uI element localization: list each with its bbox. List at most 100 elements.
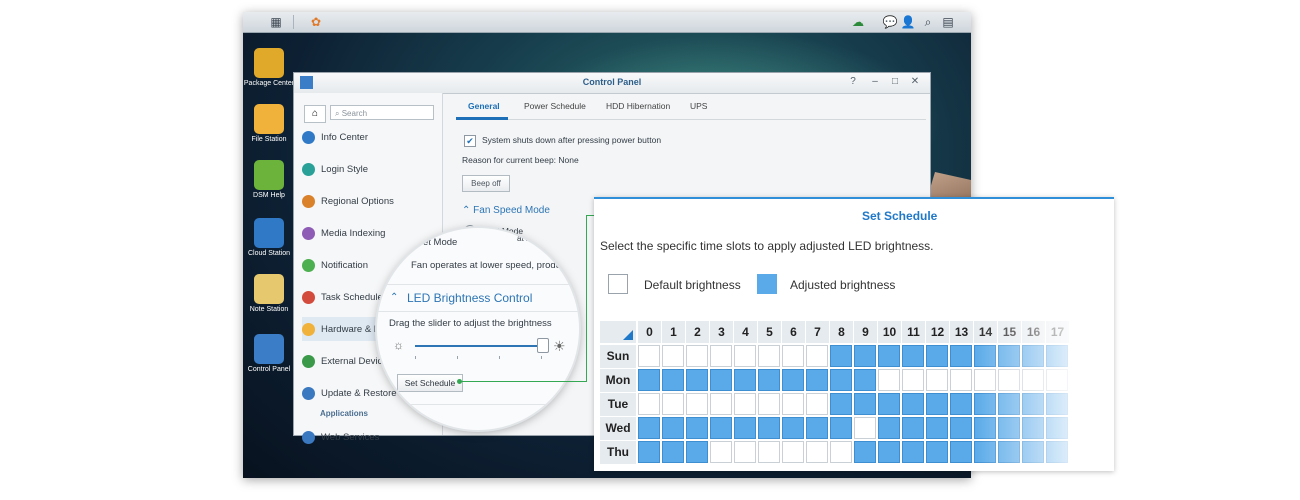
time-slot-cell[interactable] (782, 417, 804, 439)
time-slot-cell[interactable] (902, 393, 924, 415)
time-slot-cell[interactable] (638, 441, 660, 463)
main-menu-icon[interactable]: ▦ (267, 14, 285, 30)
time-slot-cell[interactable] (638, 369, 660, 391)
time-slot-cell[interactable] (926, 393, 948, 415)
tab-general[interactable]: General (468, 101, 500, 111)
day-header[interactable]: Tue (600, 393, 636, 416)
time-slot-cell[interactable] (806, 345, 828, 367)
time-slot-cell[interactable] (1046, 417, 1068, 439)
hour-header[interactable]: 13 (950, 321, 973, 343)
time-slot-cell[interactable] (830, 369, 852, 391)
time-slot-cell[interactable] (926, 369, 948, 391)
time-slot-cell[interactable] (974, 345, 996, 367)
brightness-slider-track[interactable] (415, 345, 542, 347)
minimize-icon[interactable]: – (868, 76, 882, 87)
hour-header[interactable]: 9 (854, 321, 877, 343)
time-slot-cell[interactable] (902, 417, 924, 439)
time-slot-cell[interactable] (710, 393, 732, 415)
desktop-icon[interactable]: Control Panel (243, 334, 295, 374)
time-slot-cell[interactable] (926, 441, 948, 463)
time-slot-cell[interactable] (710, 441, 732, 463)
desktop-icon[interactable]: File Station (243, 104, 295, 144)
time-slot-cell[interactable] (662, 369, 684, 391)
time-slot-cell[interactable] (974, 369, 996, 391)
time-slot-cell[interactable] (1022, 393, 1044, 415)
time-slot-cell[interactable] (878, 345, 900, 367)
tab-power-schedule[interactable]: Power Schedule (524, 101, 586, 111)
time-slot-cell[interactable] (806, 369, 828, 391)
beep-off-button[interactable]: Beep off (462, 175, 510, 192)
time-slot-cell[interactable] (710, 369, 732, 391)
time-slot-cell[interactable] (638, 345, 660, 367)
hour-header[interactable]: 10 (878, 321, 901, 343)
time-slot-cell[interactable] (950, 369, 972, 391)
time-slot-cell[interactable] (806, 393, 828, 415)
time-slot-cell[interactable] (1046, 369, 1068, 391)
time-slot-cell[interactable] (950, 417, 972, 439)
time-slot-cell[interactable] (854, 417, 876, 439)
time-slot-cell[interactable] (758, 369, 780, 391)
time-slot-cell[interactable] (950, 393, 972, 415)
package-app-taskbar-icon[interactable]: ✿ (307, 14, 325, 30)
time-slot-cell[interactable] (878, 441, 900, 463)
time-slot-cell[interactable] (806, 441, 828, 463)
select-all-corner[interactable] (600, 321, 636, 343)
time-slot-cell[interactable] (950, 345, 972, 367)
time-slot-cell[interactable] (782, 393, 804, 415)
time-slot-cell[interactable] (1022, 345, 1044, 367)
time-slot-cell[interactable] (782, 345, 804, 367)
desktop-icon[interactable]: Cloud Station (243, 218, 295, 258)
hour-header[interactable]: 15 (998, 321, 1021, 343)
widgets-icon[interactable]: ▤ (939, 14, 957, 30)
hour-header[interactable]: 3 (710, 321, 733, 343)
time-slot-cell[interactable] (854, 369, 876, 391)
maximize-icon[interactable]: □ (888, 76, 902, 87)
time-slot-cell[interactable] (710, 345, 732, 367)
time-slot-cell[interactable] (1046, 441, 1068, 463)
time-slot-cell[interactable] (1046, 345, 1068, 367)
search-icon[interactable]: ⌕ (919, 14, 937, 30)
time-slot-cell[interactable] (782, 369, 804, 391)
day-header[interactable]: Mon (600, 369, 636, 392)
time-slot-cell[interactable] (734, 417, 756, 439)
time-slot-cell[interactable] (1022, 417, 1044, 439)
time-slot-cell[interactable] (1022, 441, 1044, 463)
window-titlebar[interactable]: Control Panel ? – □ ✕ (294, 73, 930, 94)
hour-header[interactable]: 8 (830, 321, 853, 343)
time-slot-cell[interactable] (734, 369, 756, 391)
time-slot-cell[interactable] (998, 441, 1020, 463)
time-slot-cell[interactable] (1046, 393, 1068, 415)
time-slot-cell[interactable] (878, 369, 900, 391)
hour-header[interactable]: 2 (686, 321, 709, 343)
time-slot-cell[interactable] (974, 417, 996, 439)
sidebar-item-web-services[interactable]: Web Services (302, 425, 442, 449)
time-slot-cell[interactable] (830, 441, 852, 463)
time-slot-cell[interactable] (734, 345, 756, 367)
day-header[interactable]: Wed (600, 417, 636, 440)
time-slot-cell[interactable] (830, 393, 852, 415)
time-slot-cell[interactable] (854, 393, 876, 415)
sync-status-icon[interactable]: ☁ (849, 14, 867, 30)
time-slot-cell[interactable] (686, 417, 708, 439)
time-slot-cell[interactable] (878, 417, 900, 439)
time-slot-cell[interactable] (1022, 369, 1044, 391)
time-slot-cell[interactable] (854, 345, 876, 367)
tab-ups[interactable]: UPS (690, 101, 707, 111)
time-slot-cell[interactable] (662, 441, 684, 463)
help-icon[interactable]: ? (846, 76, 860, 87)
time-slot-cell[interactable] (830, 417, 852, 439)
set-schedule-button[interactable]: Set Schedule (397, 374, 463, 392)
time-slot-cell[interactable] (902, 441, 924, 463)
desktop-icon[interactable]: Package Center (243, 48, 295, 88)
time-slot-cell[interactable] (998, 393, 1020, 415)
hour-header[interactable]: 0 (638, 321, 661, 343)
hour-header[interactable]: 1 (662, 321, 685, 343)
time-slot-cell[interactable] (662, 393, 684, 415)
time-slot-cell[interactable] (998, 345, 1020, 367)
sidebar-item-regional-options[interactable]: Regional Options (302, 189, 442, 213)
time-slot-cell[interactable] (998, 369, 1020, 391)
time-slot-cell[interactable] (806, 417, 828, 439)
time-slot-cell[interactable] (662, 417, 684, 439)
hour-header[interactable]: 4 (734, 321, 757, 343)
time-slot-cell[interactable] (998, 417, 1020, 439)
